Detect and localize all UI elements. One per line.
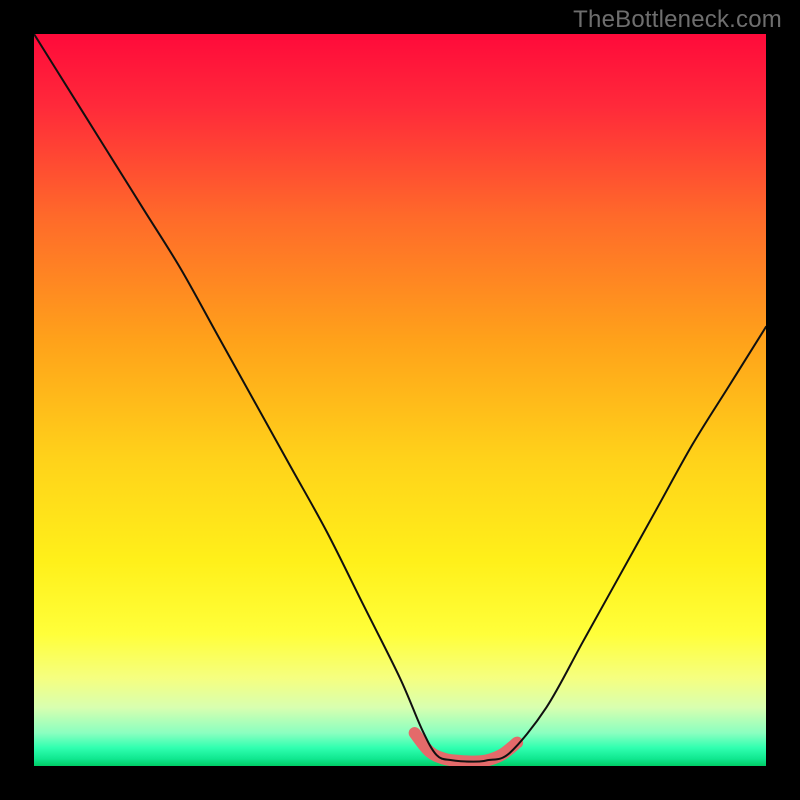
curve-layer: [34, 34, 766, 766]
bottleneck-curve: [34, 34, 766, 762]
watermark-text: TheBottleneck.com: [573, 6, 782, 34]
plot-area: [34, 34, 766, 766]
chart-frame: TheBottleneck.com: [0, 0, 800, 800]
